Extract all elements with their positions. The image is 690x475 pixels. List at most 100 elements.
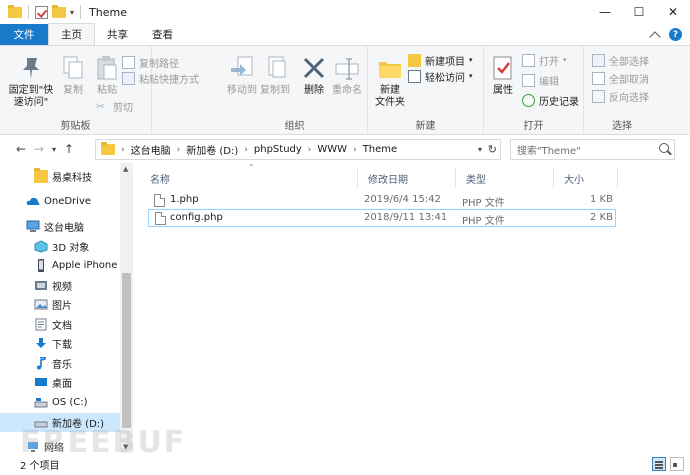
rename-label: 重命名 xyxy=(332,85,362,96)
large-icons-view-icon[interactable] xyxy=(670,457,684,471)
scroll-up-icon[interactable]: ▲ xyxy=(123,165,128,173)
search-icon xyxy=(659,143,669,153)
properties-button[interactable]: 属性 xyxy=(488,54,518,97)
column-header-date[interactable]: 修改日期 xyxy=(358,168,456,188)
file-name: 1.php xyxy=(170,194,199,205)
details-view-icon[interactable] xyxy=(652,457,666,471)
copy-path-button[interactable]: 复制路径 xyxy=(122,54,179,70)
paste-shortcut-label: 粘贴快捷方式 xyxy=(139,74,199,86)
scroll-thumb[interactable] xyxy=(122,273,131,428)
address-bar[interactable]: › 这台电脑 › 新加卷 (D:) › phpStudy › WWW › The… xyxy=(95,139,501,160)
pin-to-quick-access-button[interactable]: 固定到"快 速访问" xyxy=(6,54,56,109)
copy-to-button[interactable]: 复制到 xyxy=(258,54,292,97)
up-button[interactable]: ↑ xyxy=(60,138,78,160)
search-input[interactable]: 搜索"Theme" xyxy=(510,139,675,160)
pin-icon xyxy=(23,58,39,79)
nav-item-label: OS (C:) xyxy=(52,397,88,408)
invert-selection-button[interactable]: 反向选择 xyxy=(592,88,649,104)
tab-view[interactable]: 查看 xyxy=(140,24,185,45)
breadcrumb-phpstudy[interactable]: phpStudy xyxy=(250,144,306,155)
nav-item-label: 下载 xyxy=(52,340,72,351)
nav-item-music[interactable]: 音乐 xyxy=(0,354,120,373)
nav-item-os-c[interactable]: OS (C:) xyxy=(0,393,120,412)
nav-item-label: 新加卷 (D:) xyxy=(52,419,105,430)
breadcrumb-drive-d[interactable]: 新加卷 (D:) xyxy=(182,142,242,157)
file-row[interactable]: config.php 2018/9/11 13:41 PHP 文件 2 KB xyxy=(148,209,616,227)
history-button[interactable]: 历史记录 xyxy=(522,92,579,108)
customize-toolbar-dropdown-icon[interactable]: ▾ xyxy=(70,8,74,17)
nav-item-label: 这台电脑 xyxy=(44,223,84,234)
new-group: 新建 文件夹 新建项目 ▾ 轻松访问 ▾ 新建 xyxy=(368,46,484,134)
nav-item-pictures[interactable]: 图片 xyxy=(0,295,120,314)
file-row[interactable]: 1.php 2019/6/4 15:42 PHP 文件 1 KB xyxy=(148,192,616,210)
organize-group-label: 组织 xyxy=(284,121,305,132)
edit-button[interactable]: 编辑 xyxy=(522,72,559,88)
nav-item-apple-iphone[interactable]: Apple iPhone xyxy=(0,256,120,275)
back-button[interactable]: ← xyxy=(12,138,30,160)
tab-home[interactable]: 主页 xyxy=(48,23,95,45)
open-label: 打开 xyxy=(539,56,559,68)
column-header-type[interactable]: 类型 xyxy=(456,168,554,188)
picture-icon xyxy=(34,299,48,310)
easy-access-icon xyxy=(408,69,421,83)
close-button[interactable]: ✕ xyxy=(656,0,690,24)
nav-item-documents[interactable]: 文档 xyxy=(0,315,120,334)
minimize-button[interactable]: — xyxy=(588,0,622,24)
rename-button[interactable]: 重命名 xyxy=(330,54,364,97)
quick-access-toolbar: ▾ xyxy=(0,0,83,24)
separator xyxy=(28,5,29,19)
breadcrumb-theme[interactable]: Theme xyxy=(359,144,402,155)
column-header-size[interactable]: 大小 xyxy=(554,168,618,188)
column-header-name[interactable]: 名称 xyxy=(140,168,358,188)
paste-button[interactable]: 粘贴 xyxy=(92,54,122,97)
nav-scrollbar[interactable]: ▲ ▼ xyxy=(120,163,133,453)
breadcrumb-www[interactable]: WWW xyxy=(313,144,351,155)
item-count: 2 个项目 xyxy=(20,460,60,472)
properties-checkbox-icon[interactable] xyxy=(35,5,48,19)
nav-item-onedrive[interactable]: OneDrive xyxy=(0,192,120,211)
maximize-button[interactable]: ☐ xyxy=(622,0,656,24)
nav-item-3d-objects[interactable]: 3D 对象 xyxy=(0,237,120,256)
copy-icon xyxy=(63,56,83,79)
breadcrumb-chevron-icon: › xyxy=(307,144,312,155)
new-folder-button[interactable]: 新建 文件夹 xyxy=(372,54,408,109)
breadcrumb-this-pc[interactable]: 这台电脑 xyxy=(127,142,175,157)
recent-locations-dropdown[interactable]: ▾ xyxy=(48,138,60,160)
folder-icon xyxy=(34,168,48,183)
cut-button[interactable]: ✂ 剪切 xyxy=(96,98,133,114)
nav-item-drive-d[interactable]: 新加卷 (D:) xyxy=(0,413,120,432)
copy-path-label: 复制路径 xyxy=(139,58,179,70)
new-folder-icon[interactable] xyxy=(52,4,66,18)
nav-item-label: OneDrive xyxy=(44,196,92,207)
select-all-button[interactable]: 全部选择 xyxy=(592,52,649,68)
select-none-icon xyxy=(592,71,605,85)
address-dropdown-icon[interactable]: ▾ xyxy=(478,145,482,154)
nav-item-network[interactable]: 网络 xyxy=(0,437,120,453)
forward-button[interactable]: → xyxy=(30,138,48,160)
new-item-dropdown[interactable]: 新建项目 ▾ xyxy=(408,52,473,68)
move-to-button[interactable]: 移动到 xyxy=(226,54,258,97)
nav-item-label: 文档 xyxy=(52,321,72,332)
refresh-icon[interactable]: ↻ xyxy=(488,143,497,156)
open-dropdown[interactable]: 打开 ▾ xyxy=(522,52,567,68)
network-icon xyxy=(28,442,38,452)
help-icon[interactable]: ? xyxy=(669,28,682,41)
php-file-icon xyxy=(155,212,166,225)
select-none-button[interactable]: 全部取消 xyxy=(592,70,649,86)
scroll-down-icon[interactable]: ▼ xyxy=(123,443,128,451)
nav-item-this-pc[interactable]: 这台电脑 xyxy=(0,217,120,236)
tab-file[interactable]: 文件 xyxy=(0,24,48,45)
nav-item-label: 音乐 xyxy=(52,360,72,371)
file-list: ⌃ 名称 修改日期 类型 大小 1.php 2019/6/4 15:42 PHP… xyxy=(140,163,690,453)
tab-share[interactable]: 共享 xyxy=(95,24,140,45)
copy-button[interactable]: 复制 xyxy=(58,54,88,97)
nav-item-desktop[interactable]: 桌面 xyxy=(0,373,120,392)
nav-item-downloads[interactable]: 下载 xyxy=(0,334,120,353)
collapse-ribbon-icon[interactable] xyxy=(649,30,661,43)
nav-item-yizhuo[interactable]: 易桌科技 xyxy=(0,167,120,186)
nav-item-videos[interactable]: 视频 xyxy=(0,276,120,295)
pin-label: 固定到"快 速访问" xyxy=(8,85,54,108)
paste-shortcut-button[interactable]: 粘贴快捷方式 xyxy=(122,70,199,86)
easy-access-dropdown[interactable]: 轻松访问 ▾ xyxy=(408,68,473,84)
delete-button[interactable]: 删除 xyxy=(300,54,328,97)
